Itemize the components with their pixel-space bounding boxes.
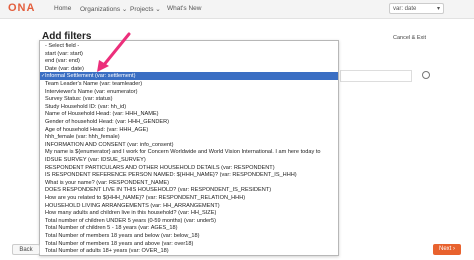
dropdown-option-label: My name is ${enumerator} and I work for … [45, 149, 321, 156]
dropdown-option-label: RESPONDENT PARTICULARS AND OTHER HOUSEHO… [45, 164, 275, 171]
next-button[interactable]: Next › [433, 244, 461, 255]
top-navigation-bar: ONA Home Organizations ⌄ Projects ⌄ What… [0, 0, 474, 19]
dropdown-option-label: Name of Household Head: (var: HHH_NAME) [45, 111, 159, 118]
filter-value-input[interactable] [340, 70, 412, 82]
dropdown-option-label: start (var: start) [45, 50, 83, 57]
nav-whats-new[interactable]: What's New [167, 5, 201, 12]
chevron-down-icon: ▾ [436, 6, 440, 12]
nav-organizations-label: Organizations [80, 6, 121, 13]
dropdown-option-label: hhh_female (var: hhh_female) [45, 134, 120, 141]
next-button-label: Next [438, 246, 452, 252]
dropdown-option-label: IS RESPONDENT REFERENCE PERSON NAMED: ${… [45, 172, 297, 179]
dropdown-option-label: Informal Settlement (var: settlement) [45, 73, 136, 80]
dropdown-option-label: Total Number of members 18 years and abo… [45, 240, 194, 247]
dropdown-option-label: What is your name? (var: RESPONDENT_NAME… [45, 179, 170, 186]
dropdown-option-label: Date (var: date) [45, 65, 84, 72]
dropdown-option-label: How many adults and children live in thi… [45, 210, 217, 217]
dropdown-option[interactable]: Total Number of adults 18+ years (var: O… [40, 247, 338, 255]
dropdown-option-label: Total number of children UNDER 5 years (… [45, 217, 216, 224]
annotation-arrow-icon [97, 32, 131, 72]
cancel-exit-link[interactable]: Cancel & Exit [393, 35, 426, 41]
dropdown-option-label: IDSUE SURVEY (var: IDSUE_SURVEY) [45, 157, 146, 163]
dropdown-option-label: Team Leader's Name (var: teamleader) [45, 81, 143, 87]
chevron-down-icon: ⌄ [120, 6, 128, 13]
dropdown-option-label: Interviewer's Name (var: enumerator) [45, 88, 138, 95]
dropdown-option-label: - Select field - [45, 43, 80, 49]
back-button[interactable]: Back [12, 244, 40, 255]
dropdown-option-label: Study Household ID: (var: hh_id) [45, 103, 127, 110]
dropdown-option-label: INFORMATION AND CONSENT (var: info_conse… [45, 141, 174, 148]
dropdown-option-label: How are you related to ${HHH_NAME}? (var… [45, 195, 246, 201]
chevron-down-icon: ⌄ [153, 6, 161, 13]
nav-home[interactable]: Home [54, 5, 71, 12]
nav-organizations[interactable]: Organizations ⌄ [80, 5, 127, 13]
field-select-collapsed[interactable]: var: date ▾ [389, 3, 444, 14]
nav-projects-label: Projects [130, 6, 154, 13]
dropdown-option-label: HOUSEHOLD LIVING ARRANGEMENTS (var: HH_A… [45, 202, 220, 209]
dropdown-option-label: Total Number of members 18 years and bel… [45, 233, 200, 239]
dropdown-option-label: Gender of household Head: (var: HHH_GEND… [45, 119, 170, 125]
field-dropdown-list[interactable]: - Select field - start (var: start) end (v… [39, 40, 339, 256]
ona-logo[interactable]: ONA [8, 2, 35, 14]
dropdown-option-label: DOES RESPONDENT LIVE IN THIS HOUSEHOLD? … [45, 187, 272, 194]
dropdown-option-label: end (var: end) [45, 58, 80, 65]
radio-icon[interactable] [422, 71, 430, 79]
dropdown-option-label: Total Number of adults 18+ years (var: O… [45, 248, 169, 255]
dropdown-option-label: Age of household Head: (var: HHH_AGE) [45, 126, 149, 133]
dropdown-option-label: Survey Status: (var: status) [45, 96, 113, 103]
field-select-value: var: date [393, 6, 417, 12]
dropdown-option-label: Total Number of children 5 - 18 years (v… [45, 225, 178, 232]
nav-projects[interactable]: Projects ⌄ [130, 5, 161, 13]
